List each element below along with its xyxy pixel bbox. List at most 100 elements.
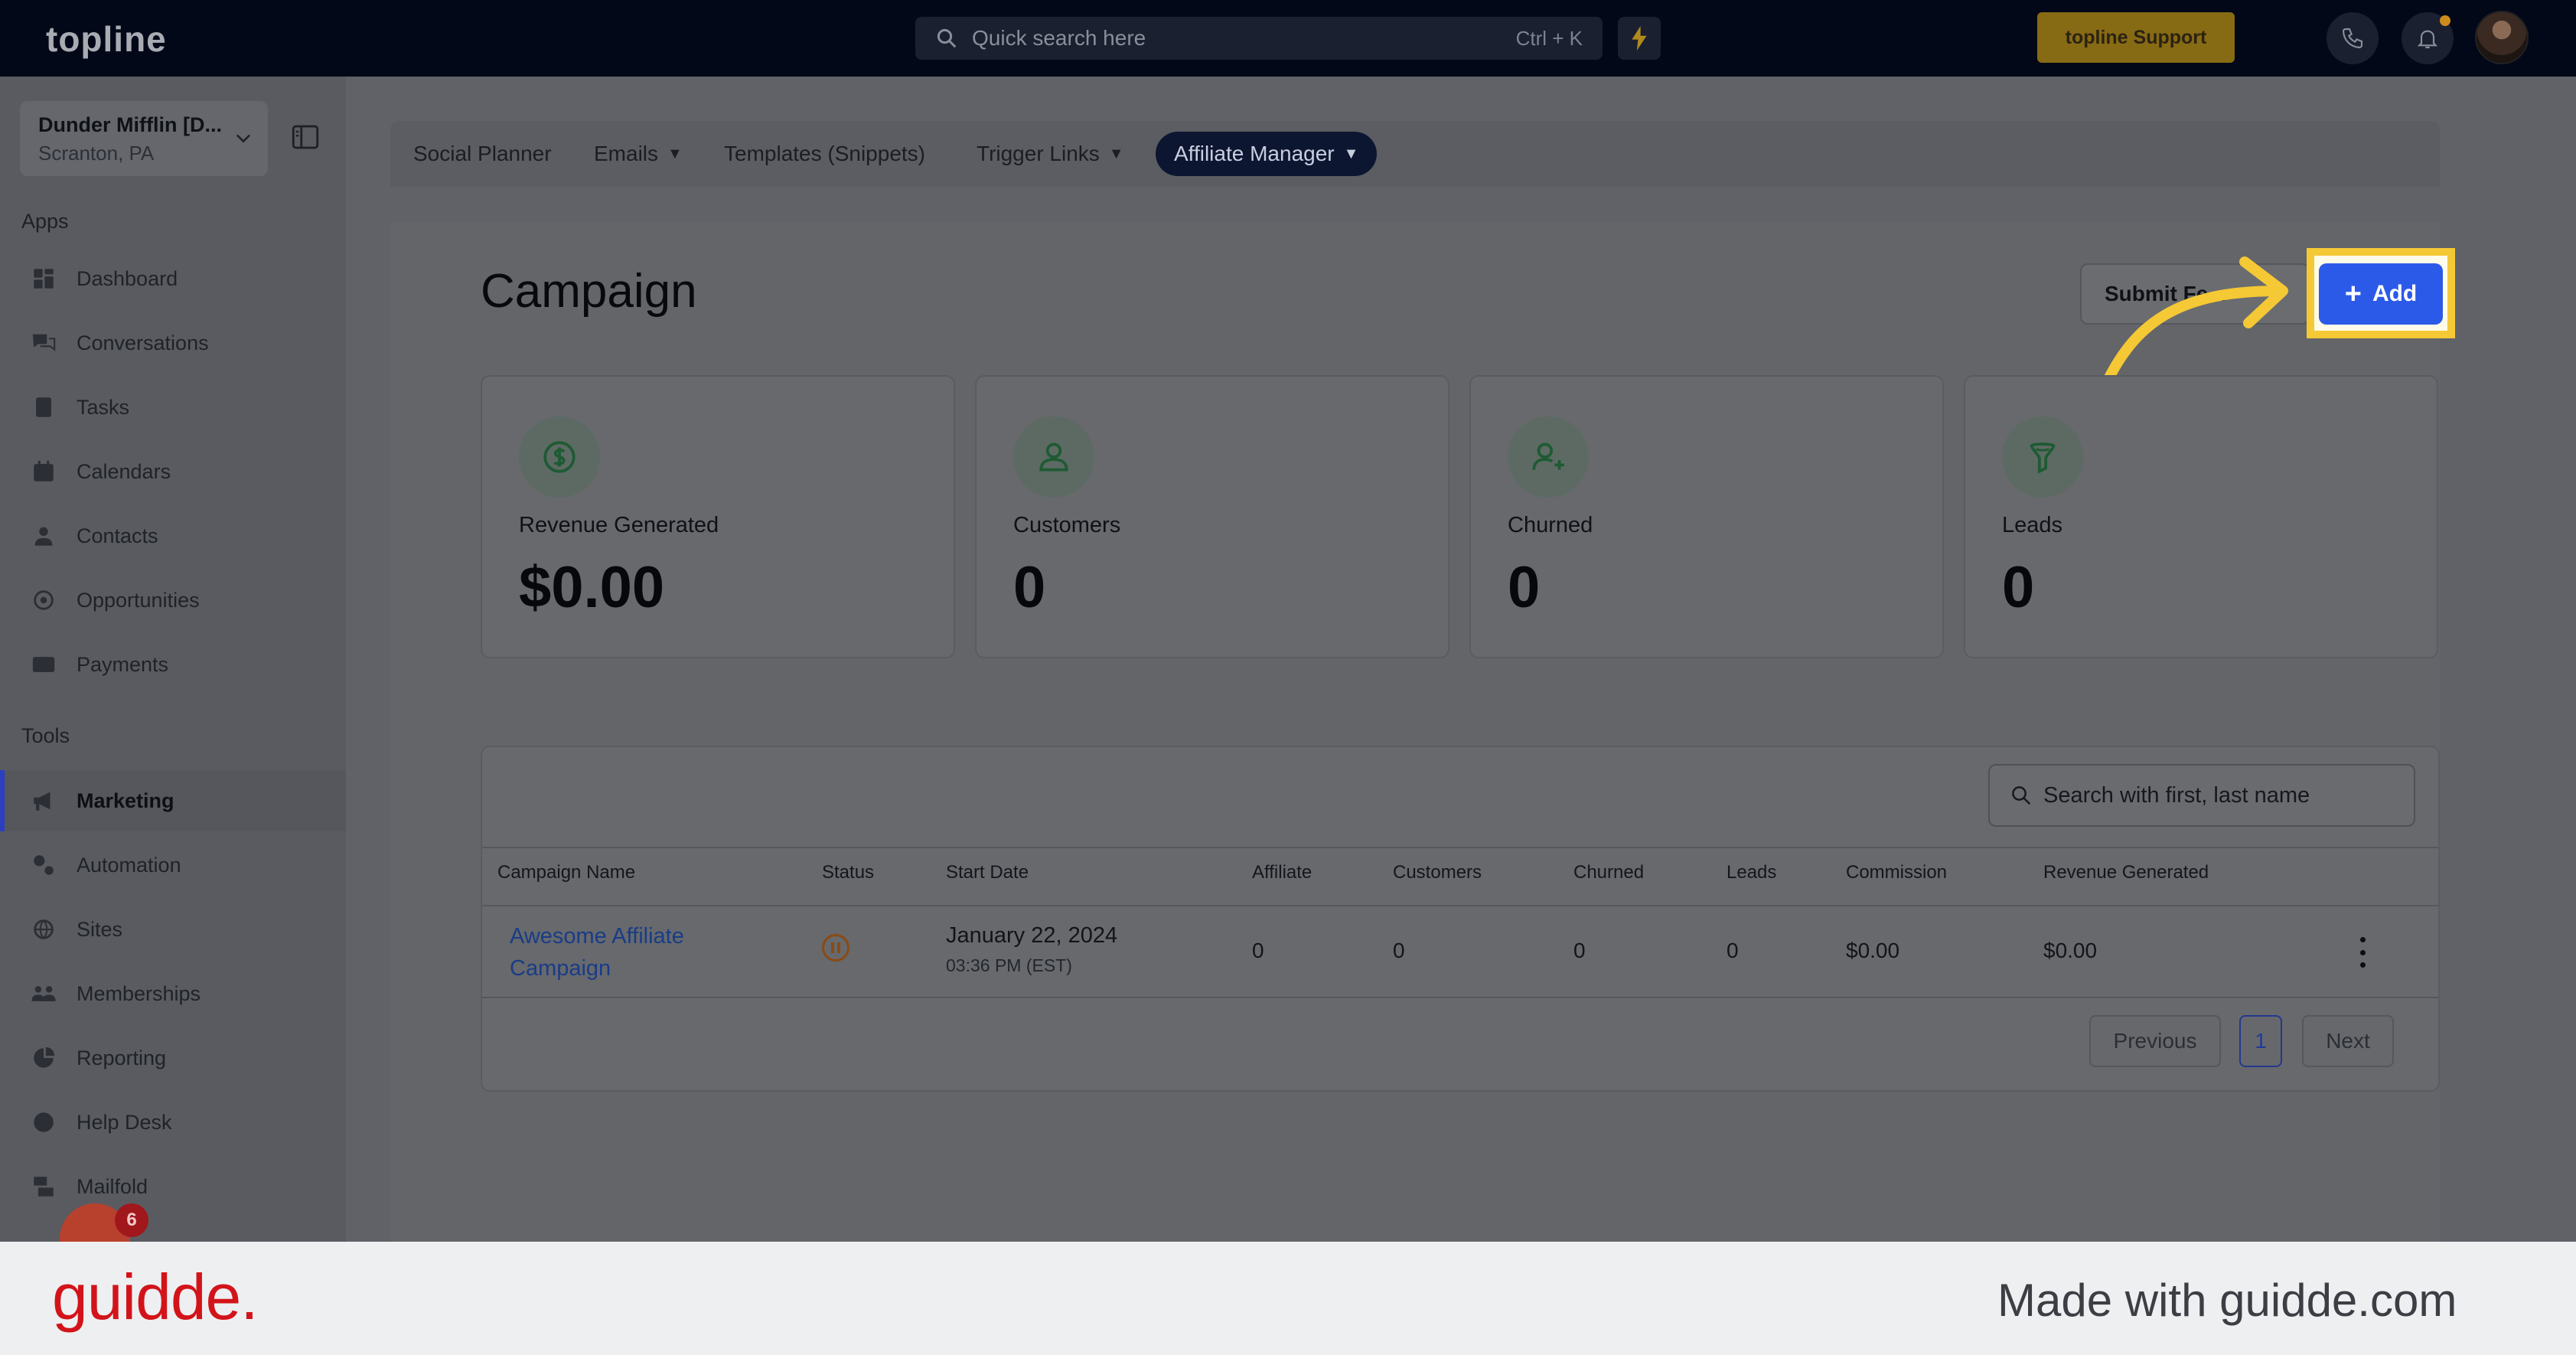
notification-dot bbox=[2440, 15, 2450, 26]
tasks-icon bbox=[31, 394, 57, 420]
sidebar-item-opportunities[interactable]: Opportunities bbox=[0, 570, 346, 631]
column-header-churned[interactable]: Churned bbox=[1573, 862, 1644, 883]
stat-value: 0 bbox=[1508, 555, 1541, 620]
sidebar-item-label: Conversations bbox=[77, 331, 209, 354]
sidebar-item-label: Opportunities bbox=[77, 588, 200, 612]
paused-status-icon bbox=[822, 934, 849, 962]
sidebar-item-tasks[interactable]: Tasks bbox=[0, 377, 346, 438]
bell-icon bbox=[2417, 30, 2438, 49]
stat-label: Churned bbox=[1508, 513, 1593, 537]
quick-search-input[interactable]: Quick search here Ctrl + K bbox=[915, 17, 1603, 60]
stat-label: Revenue Generated bbox=[519, 513, 719, 537]
add-campaign-button[interactable]: + Add bbox=[2319, 263, 2443, 325]
start-time: 03:36 PM (EST) bbox=[946, 955, 1072, 975]
support-button[interactable]: topline Support bbox=[2037, 12, 2235, 63]
stat-card-churned: Churned 0 bbox=[1469, 375, 1944, 658]
conversations-icon bbox=[31, 330, 57, 356]
sidebar-item-label: Automation bbox=[77, 853, 181, 877]
table-search-placeholder: Search with first, last name bbox=[2043, 782, 2310, 808]
sidebar-item-label: Payments bbox=[77, 652, 169, 676]
user-avatar[interactable] bbox=[2475, 11, 2529, 64]
campaign-name-link[interactable]: Awesome Affiliate Campaign bbox=[510, 920, 739, 984]
made-with-text: Made with guidde.com bbox=[1997, 1275, 2457, 1326]
user-icon bbox=[1013, 416, 1094, 498]
apps-section-title: Apps bbox=[21, 210, 69, 233]
app-logo[interactable]: topline bbox=[46, 18, 167, 60]
column-header-leads[interactable]: Leads bbox=[1727, 862, 1776, 883]
account-switcher[interactable]: Dunder Mifflin [D... Scranton, PA bbox=[20, 101, 268, 176]
sidebar-item-contacts[interactable]: Contacts bbox=[0, 505, 346, 566]
tab-trigger-links[interactable]: Trigger Links ▼ bbox=[958, 132, 1143, 176]
column-header-affiliate[interactable]: Affiliate bbox=[1252, 862, 1312, 883]
sidebar-item-sites[interactable]: Sites bbox=[0, 899, 346, 960]
sidebar-item-conversations[interactable]: Conversations bbox=[0, 312, 346, 374]
column-header-revenue-generated[interactable]: Revenue Generated bbox=[2043, 862, 2209, 883]
stat-card-customers: Customers 0 bbox=[975, 375, 1449, 658]
row-actions-menu-icon[interactable] bbox=[2351, 937, 2374, 968]
page-number-button[interactable]: 1 bbox=[2239, 1015, 2282, 1067]
tab-affiliate-manager[interactable]: Affiliate Manager ▼ bbox=[1156, 132, 1378, 176]
tab-label: Social Planner bbox=[413, 142, 552, 165]
quick-actions-button[interactable] bbox=[1618, 17, 1661, 60]
user-plus-icon bbox=[1508, 416, 1589, 498]
stat-card-revenue: Revenue Generated $0.00 bbox=[481, 375, 955, 658]
leads-cell: 0 bbox=[1727, 939, 1739, 962]
stat-value: 0 bbox=[1013, 555, 1046, 620]
table-divider bbox=[482, 847, 2438, 848]
customers-cell: 0 bbox=[1393, 939, 1405, 962]
sidebar-item-mailfold[interactable]: Mailfold bbox=[0, 1156, 346, 1217]
column-header-campaign-name[interactable]: Campaign Name bbox=[497, 862, 635, 883]
calendar-icon bbox=[31, 459, 57, 485]
help-icon bbox=[31, 1109, 57, 1135]
plus-icon: + bbox=[2344, 278, 2362, 310]
tab-emails[interactable]: Emails ▼ bbox=[576, 132, 701, 176]
tab-label: Affiliate Manager bbox=[1174, 142, 1335, 165]
table-divider bbox=[482, 997, 2438, 998]
sidebar-item-label: Calendars bbox=[77, 459, 171, 483]
funnel-icon bbox=[2002, 416, 2083, 498]
sidebar-item-automation[interactable]: Automation bbox=[0, 834, 346, 896]
chevron-down-icon: ▼ bbox=[667, 145, 683, 162]
opportunities-icon bbox=[31, 587, 57, 613]
sidebar-item-dashboard[interactable]: Dashboard bbox=[0, 248, 346, 309]
tab-label: Emails bbox=[594, 142, 659, 165]
sites-icon bbox=[31, 916, 57, 942]
automation-icon bbox=[31, 852, 57, 878]
page-title: Campaign bbox=[481, 265, 697, 318]
tab-social-planner[interactable]: Social Planner bbox=[395, 132, 570, 176]
sidebar-item-memberships[interactable]: Memberships bbox=[0, 963, 346, 1024]
dashboard-icon bbox=[31, 266, 57, 292]
reporting-icon bbox=[31, 1045, 57, 1071]
table-search-input[interactable]: Search with first, last name bbox=[1988, 764, 2415, 827]
sidebar-item-label: Sites bbox=[77, 917, 123, 941]
column-header-status[interactable]: Status bbox=[822, 862, 874, 883]
sidebar-item-marketing[interactable]: Marketing bbox=[0, 770, 346, 831]
table-divider bbox=[482, 905, 2438, 906]
sidebar-item-label: Memberships bbox=[77, 981, 201, 1005]
sidebar-item-label: Marketing bbox=[77, 789, 174, 812]
sidebar-item-help-desk[interactable]: Help Desk bbox=[0, 1092, 346, 1153]
phone-button[interactable] bbox=[2327, 12, 2379, 64]
search-shortcut: Ctrl + K bbox=[1515, 26, 1583, 50]
sidebar-item-label: Help Desk bbox=[77, 1110, 172, 1134]
sidebar-toggle-icon[interactable] bbox=[289, 121, 321, 153]
stat-value: $0.00 bbox=[519, 555, 665, 620]
column-header-customers[interactable]: Customers bbox=[1393, 862, 1482, 883]
sidebar-item-payments[interactable]: Payments bbox=[0, 634, 346, 695]
stat-card-leads: Leads 0 bbox=[1964, 375, 2438, 658]
add-button-label: Add bbox=[2372, 281, 2418, 306]
tab-label: Templates (Snippets) bbox=[724, 142, 926, 165]
column-header-start-date[interactable]: Start Date bbox=[946, 862, 1029, 883]
previous-page-button[interactable]: Previous bbox=[2089, 1015, 2221, 1067]
tab-label: Trigger Links bbox=[977, 142, 1100, 165]
contacts-icon bbox=[31, 523, 57, 549]
sidebar-item-calendars[interactable]: Calendars bbox=[0, 441, 346, 502]
next-page-button[interactable]: Next bbox=[2302, 1015, 2394, 1067]
sidebar-item-reporting[interactable]: Reporting bbox=[0, 1027, 346, 1089]
megaphone-icon bbox=[31, 788, 57, 814]
payments-icon bbox=[31, 651, 57, 678]
column-header-commission[interactable]: Commission bbox=[1846, 862, 1947, 883]
chevron-down-icon: ▼ bbox=[1108, 145, 1124, 162]
tab-templates-snippets[interactable]: Templates (Snippets) bbox=[706, 132, 944, 176]
memberships-icon bbox=[31, 981, 57, 1007]
